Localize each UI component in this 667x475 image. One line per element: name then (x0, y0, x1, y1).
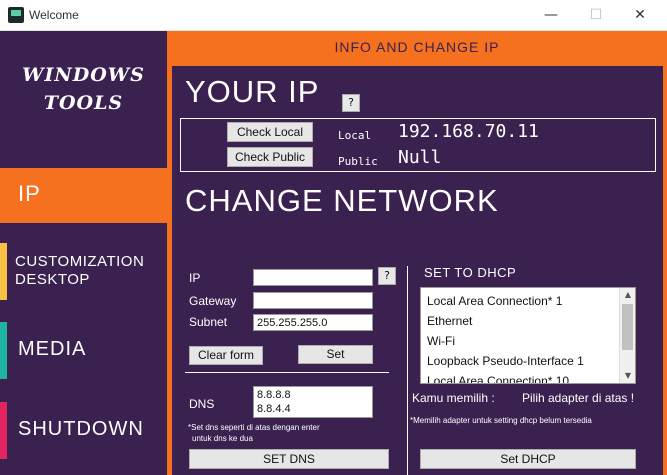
your-ip-heading: YOUR IP (185, 74, 320, 109)
sidebar-item-label: CUSTOMIZATION DESKTOP (15, 253, 144, 289)
logo-line-1: WINDOWS (22, 64, 145, 86)
local-ip-label: Local (338, 129, 372, 142)
sidebar: WINDOWS TOOLS IP CUSTOMIZATION DESKTOP M… (0, 31, 167, 475)
dns-note-line-1: *Set dns seperti di atas dengan enter (188, 423, 320, 432)
content-panel: YOUR IP ? Check Local Check Public Local… (172, 66, 663, 475)
ip-info-box: Check Local Check Public Local Public 19… (180, 118, 656, 172)
app-logo: WINDOWS TOOLS (0, 61, 167, 117)
page-title: INFO AND CHANGE IP (334, 39, 500, 55)
sidebar-item-label: SHUTDOWN (18, 418, 144, 440)
title-bar: Welcome — ☐ ✕ (0, 0, 667, 31)
close-button[interactable]: ✕ (625, 4, 655, 26)
list-item[interactable]: Wi-Fi (427, 334, 455, 348)
sidebar-item-label: MEDIA (18, 338, 87, 360)
divider (185, 372, 389, 373)
sidebar-label-line-2: DESKTOP (15, 271, 90, 288)
ip-field-label: IP (189, 271, 201, 285)
sidebar-item-accent (0, 243, 7, 300)
check-public-button[interactable]: Check Public (227, 147, 313, 167)
maximize-button[interactable]: ☐ (581, 4, 611, 26)
dns-field-label: DNS (189, 397, 215, 411)
sidebar-item-accent (0, 402, 7, 459)
adapter-list[interactable]: Local Area Connection* 1 Ethernet Wi-Fi … (420, 287, 636, 384)
gateway-input[interactable] (253, 292, 373, 309)
subnet-field-label: Subnet (189, 315, 228, 329)
scroll-down-icon[interactable]: ▼ (620, 369, 635, 383)
main-area: INFO AND CHANGE IP YOUR IP ? Check Local… (167, 31, 667, 475)
change-network-heading: CHANGE NETWORK (185, 183, 499, 218)
change-network-help-button[interactable]: ? (378, 267, 396, 285)
logo-line-2: TOOLS (43, 92, 124, 114)
set-dns-button[interactable]: SET DNS (189, 449, 389, 469)
dns-note: *Set dns seperti di atas dengan enter un… (188, 422, 388, 444)
list-item[interactable]: Loopback Pseudo-Interface 1 (427, 354, 584, 368)
sidebar-item-accent (0, 322, 7, 379)
subnet-input[interactable]: 255.255.255.0 (253, 314, 373, 331)
public-ip-label: Public (338, 155, 378, 168)
ip-input[interactable] (253, 269, 373, 286)
your-ip-help-button[interactable]: ? (342, 94, 360, 112)
dhcp-heading: SET TO DHCP (424, 265, 517, 280)
vertical-divider (407, 266, 408, 475)
sidebar-label-line-1: CUSTOMIZATION (15, 253, 145, 270)
minimize-button[interactable]: — (536, 4, 566, 26)
dns-line-1: 8.8.8.8 (257, 389, 291, 401)
sidebar-item-label: IP (18, 181, 41, 206)
adapter-list-scrollbar[interactable]: ▲ ▼ (619, 288, 635, 383)
scroll-thumb[interactable] (622, 304, 633, 350)
sidebar-item-customization-desktop[interactable]: CUSTOMIZATION DESKTOP (0, 243, 167, 300)
list-item[interactable]: Local Area Connection* 1 (427, 294, 562, 308)
chosen-adapter-label: Kamu memilih : (412, 391, 495, 405)
set-ip-button[interactable]: Set (298, 345, 373, 364)
dhcp-note: *Memilih adapter untuk setting dhcp belu… (410, 416, 592, 425)
sidebar-item-ip[interactable]: IP (0, 168, 167, 223)
scroll-up-icon[interactable]: ▲ (620, 288, 635, 302)
clear-form-button[interactable]: Clear form (189, 346, 263, 365)
chosen-adapter-value: Pilih adapter di atas ! (522, 391, 635, 405)
list-item[interactable]: Ethernet (427, 314, 472, 328)
sidebar-item-shutdown[interactable]: SHUTDOWN (0, 402, 167, 459)
dns-note-line-2: untuk dns ke dua (192, 434, 253, 443)
dns-textarea[interactable]: 8.8.8.8 8.8.4.4 (253, 386, 373, 418)
gateway-field-label: Gateway (189, 294, 237, 308)
sidebar-item-media[interactable]: MEDIA (0, 322, 167, 379)
app-icon (8, 7, 24, 23)
list-item[interactable]: Local Area Connection* 10 (427, 374, 569, 383)
public-ip-value: Null (398, 147, 442, 168)
check-local-button[interactable]: Check Local (227, 122, 313, 142)
dns-line-2: 8.8.4.4 (257, 403, 291, 415)
window-title: Welcome (29, 8, 79, 22)
set-dhcp-button[interactable]: Set DHCP (420, 449, 636, 469)
local-ip-value: 192.168.70.11 (398, 121, 539, 142)
